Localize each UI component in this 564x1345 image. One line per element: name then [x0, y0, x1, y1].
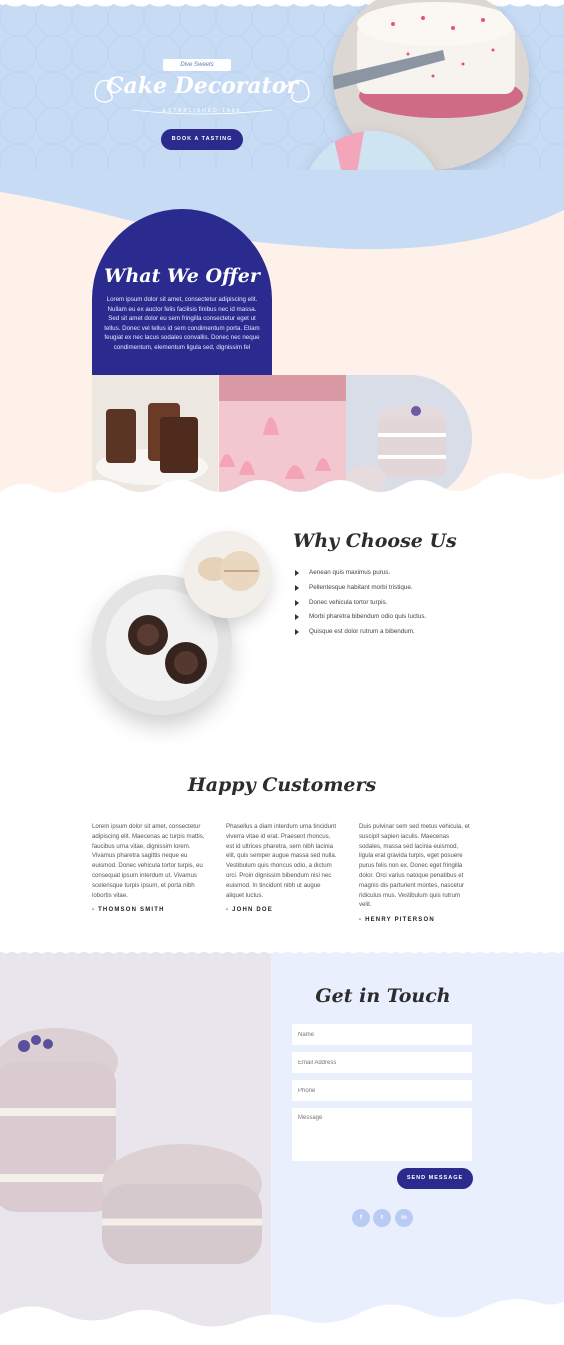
phone-field[interactable]: [292, 1080, 472, 1101]
why-item: Pellentesque habitant morbi tristique.: [294, 581, 426, 596]
logo-established: ESTABLISHED 1996: [162, 108, 242, 114]
offer-body: Lorem ipsum dolor sit amet, consectetur …: [104, 296, 260, 351]
logo-tagline: Dive Sweets: [163, 59, 231, 71]
send-message-button[interactable]: SEND MESSAGE: [397, 1168, 473, 1189]
why-item: Donec vehicula tortor turpis.: [294, 596, 426, 611]
footer-wave: [0, 1299, 564, 1345]
testimonial: Lorem ipsum dolor sit amet, consectetur …: [92, 822, 206, 916]
offer-bottom-wave: [0, 472, 564, 512]
macarons-plate-photo: [184, 531, 271, 618]
testimonials-title: Happy Customers: [187, 774, 377, 796]
hero-bottom-curve: [0, 170, 564, 250]
testimonial-text: Phasellus a diam interdum urna tincidunt…: [226, 823, 337, 899]
offer-card: What We Offer Lorem ipsum dolor sit amet…: [92, 209, 272, 375]
name-field[interactable]: [292, 1024, 472, 1045]
testimonial-author: - JOHN DOE: [226, 907, 274, 914]
why-title: Why Choose Us: [293, 530, 457, 552]
brand-logo[interactable]: Dive Sweets Cake Decorator ESTABLISHED 1…: [92, 56, 312, 122]
why-item: Aenean quis maximus purus.: [294, 566, 426, 581]
facebook-icon[interactable]: f: [352, 1209, 370, 1227]
testimonial: Phasellus a diam interdum urna tincidunt…: [226, 822, 340, 916]
offer-title: What We Offer: [104, 265, 260, 287]
testimonial-text: Lorem ipsum dolor sit amet, consectetur …: [92, 823, 205, 899]
testimonial-author: - HENRY PITERSON: [359, 917, 435, 924]
why-item: Morbi pharetra bibendum odio quis luctus…: [294, 610, 426, 625]
contact-title: Get in Touch: [315, 985, 451, 1007]
logo-title: Cake Decorator: [105, 73, 299, 99]
twitter-icon[interactable]: t: [373, 1209, 391, 1227]
book-tasting-button[interactable]: BOOK A TASTING: [161, 129, 243, 150]
why-list: Aenean quis maximus purus. Pellentesque …: [294, 566, 426, 640]
message-field[interactable]: [292, 1108, 472, 1161]
email-field[interactable]: [292, 1052, 472, 1073]
contact-top-scallop: [0, 944, 564, 954]
why-item: Quisque est dolor rutrum a bibendum.: [294, 625, 426, 640]
testimonial-author: - THOMSON SMITH: [92, 907, 165, 914]
linkedin-icon[interactable]: in: [395, 1209, 413, 1227]
testimonial: Duis pulvinar sem sed metus vehicula, et…: [359, 822, 473, 926]
testimonial-text: Duis pulvinar sem sed metus vehicula, et…: [359, 823, 470, 909]
